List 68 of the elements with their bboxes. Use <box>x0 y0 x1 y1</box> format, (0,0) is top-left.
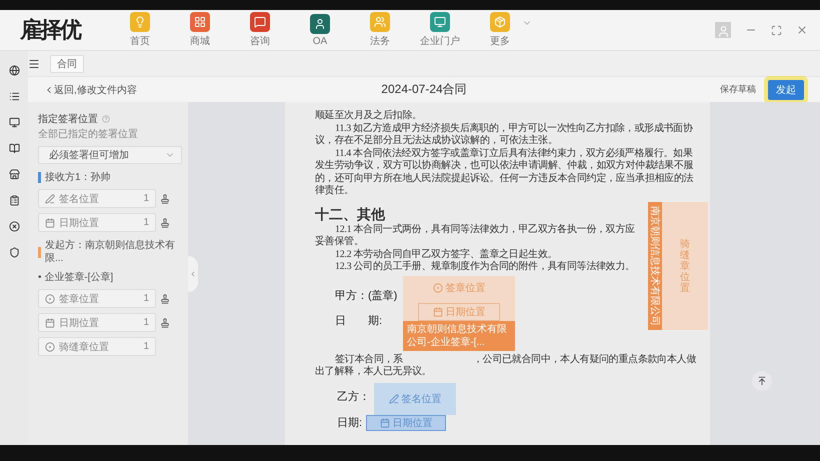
paragraph: 12.2 本劳动合同自甲乙双方签字、盖章之日起生效。 <box>334 248 558 260</box>
document-title: 2024-07-24合同 <box>380 81 468 98</box>
paragraph: 签订本合同，系 ，公司已就合同中，本人有疑问的重点条款向本人做出了解释，本人已无异议。 <box>315 354 698 378</box>
position-field[interactable]: 骑缝章位置 1 <box>38 337 156 356</box>
seal-icon <box>45 342 55 352</box>
date-placeholder[interactable]: 日期位置 <box>366 414 446 430</box>
date-label: 日期: <box>337 416 362 430</box>
back-to-top-button[interactable] <box>752 371 772 391</box>
nav-item[interactable]: 商城 <box>180 12 220 48</box>
page-tab[interactable]: 合同 <box>50 54 84 72</box>
save-draft-button[interactable]: 保存草稿 <box>720 81 756 98</box>
seal-label: 签章位置 <box>446 282 486 294</box>
maximize-icon[interactable] <box>771 24 782 36</box>
paragraph: 12.3 公司的员工手册、规章制度作为合同的附件，具有同等法律效力。 <box>334 261 636 274</box>
nav-item[interactable]: 更多 <box>480 12 520 48</box>
position-field[interactable]: 签章位置 1 <box>38 289 156 308</box>
collapse-handle[interactable] <box>188 256 198 292</box>
nav-item[interactable]: 咨询 <box>240 12 280 48</box>
seal-icon <box>432 282 442 292</box>
date-label: 日 期: <box>335 314 384 328</box>
panel-title: 指定签署位置 <box>38 112 98 126</box>
clipboard-icon[interactable] <box>8 195 20 206</box>
nav-item[interactable]: 企业门户 <box>420 12 460 48</box>
shield-icon[interactable] <box>8 247 20 258</box>
nav-item[interactable]: 法务 <box>360 12 400 48</box>
position-field[interactable]: 日期位置 1 <box>38 313 156 332</box>
seal-owner-tag: 南京朝则信息技术有限公司-企业签章-[... <box>403 320 515 350</box>
calendar-icon <box>380 418 390 428</box>
seal-icon <box>45 294 55 304</box>
back-link[interactable]: 返回,修改文件内容 <box>44 82 298 96</box>
paragraph: 顺延至次月及之后扣除。 <box>315 110 423 122</box>
logo: 雇择优 <box>20 16 82 44</box>
seam-seal-placeholder[interactable]: 南京朝则信息技术有限公司 骑缝章位置 <box>648 202 708 330</box>
signature-placeholder[interactable]: 签名位置 <box>374 382 456 414</box>
pen-icon <box>388 394 398 404</box>
position-field[interactable]: 签名位置 1 <box>38 189 156 208</box>
party-label: 甲方：(盖章) <box>335 288 397 302</box>
paragraph: 12.1 本合同一式两份，具有同等法律效力，甲乙双方各执一份，双方应妥善保管。 <box>315 224 636 248</box>
menu-icon[interactable] <box>28 58 40 70</box>
section-heading: 十二、其他 <box>315 206 385 224</box>
seal-group-label: • 企业签章-[公章] <box>38 270 114 284</box>
party-label: 发起方：南京朝则信息技术有限... <box>45 239 176 265</box>
stamp-icon[interactable] <box>160 218 170 228</box>
store-icon[interactable] <box>8 169 20 180</box>
stamp-icon[interactable] <box>160 194 170 204</box>
position-field[interactable]: 日期位置 1 <box>38 213 156 232</box>
nav-item[interactable]: OA <box>300 14 340 46</box>
seam-seal-label: 骑缝章位置 <box>680 238 690 294</box>
nav-item[interactable]: 首页 <box>120 12 160 48</box>
calendar-icon <box>432 306 442 316</box>
party-label: 接收方1：孙帅 <box>45 171 111 184</box>
close-icon[interactable] <box>796 24 808 36</box>
calendar-icon <box>45 218 55 228</box>
stamp-icon[interactable] <box>160 294 170 304</box>
arrow-up-icon <box>757 376 767 386</box>
pen-icon <box>45 194 55 204</box>
submit-button[interactable]: 发起 <box>768 80 804 100</box>
circle-x-icon[interactable] <box>8 221 20 232</box>
calendar-icon <box>45 318 55 328</box>
stamp-icon[interactable] <box>160 318 170 328</box>
rule-select[interactable]: 必须签署但可增加 <box>38 146 182 164</box>
paragraph: 11.4 本合同依法经双方签字或盖章订立后具有法律约束力，双方必须严格履行。如果发生劳动争议，双方可以协商解决，也可以依法申请调解、仲裁，如双方对仲裁结果不服的，还可向甲方所在地人民法院提起诉讼。任何一方违反本合同约定，应当承担相应的法律责任。 <box>315 148 694 198</box>
book-icon[interactable] <box>8 143 20 154</box>
monitor-icon[interactable] <box>8 117 20 128</box>
globe-icon[interactable] <box>8 65 20 76</box>
panel-subtitle: 全部已指定的签署位置 <box>38 128 139 141</box>
party-label: 乙方： <box>337 390 370 404</box>
paragraph: 11.3 如乙方造成甲方经济损失后离职的，甲方可以一次性向乙方扣除，或形成书面协议，存在不足部分且无法达成协议谅解的，可依法主张。 <box>315 122 694 148</box>
